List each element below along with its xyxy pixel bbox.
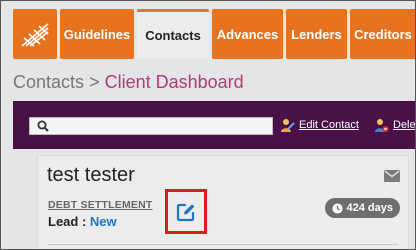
tab-creditors[interactable]: Creditors xyxy=(350,9,415,59)
search-input[interactable] xyxy=(29,117,273,135)
edit-contact-label: Edit Contact xyxy=(299,119,359,131)
breadcrumb-current: Client Dashboard xyxy=(104,72,244,92)
contact-card: test tester DEBT SETTLEMENT Lead : New 4… xyxy=(37,155,409,249)
home-logo[interactable] xyxy=(13,9,57,59)
breadcrumb: Contacts > Client Dashboard xyxy=(13,72,244,93)
tab-lenders[interactable]: Lenders xyxy=(286,9,347,59)
delete-contact-icon xyxy=(375,119,389,132)
clock-icon xyxy=(331,202,343,214)
tab-advances[interactable]: Advances xyxy=(212,9,283,59)
tab-guidelines[interactable]: Guidelines xyxy=(60,9,134,59)
card-divider xyxy=(48,244,398,245)
edit-contact-link[interactable]: Edit Contact xyxy=(279,117,359,133)
lead-status: Lead : New xyxy=(48,214,117,229)
pencil-square-icon xyxy=(176,203,195,221)
main-nav: Guidelines Contacts Advances Lenders Cre… xyxy=(13,9,415,59)
app-window: Guidelines Contacts Advances Lenders Cre… xyxy=(0,0,416,250)
grid-logo-icon xyxy=(21,23,49,47)
contact-toolbar: Edit Contact Dele xyxy=(13,101,416,149)
lead-value[interactable]: New xyxy=(90,214,117,229)
breadcrumb-separator: > xyxy=(89,72,100,92)
days-badge: 424 days xyxy=(324,198,400,218)
tab-contacts[interactable]: Contacts xyxy=(137,9,209,59)
envelope-icon[interactable] xyxy=(384,170,400,182)
edit-contact-icon xyxy=(281,119,295,132)
department-link[interactable]: DEBT SETTLEMENT xyxy=(48,199,153,211)
lead-label: Lead : xyxy=(48,214,87,229)
delete-contact-link[interactable]: Dele xyxy=(373,117,416,133)
search-icon xyxy=(37,120,49,132)
breadcrumb-root[interactable]: Contacts xyxy=(13,72,84,92)
days-label: 424 days xyxy=(346,202,393,214)
edit-button-highlight[interactable] xyxy=(165,189,207,234)
contact-name: test tester xyxy=(47,164,135,186)
delete-contact-label: Dele xyxy=(393,119,416,131)
